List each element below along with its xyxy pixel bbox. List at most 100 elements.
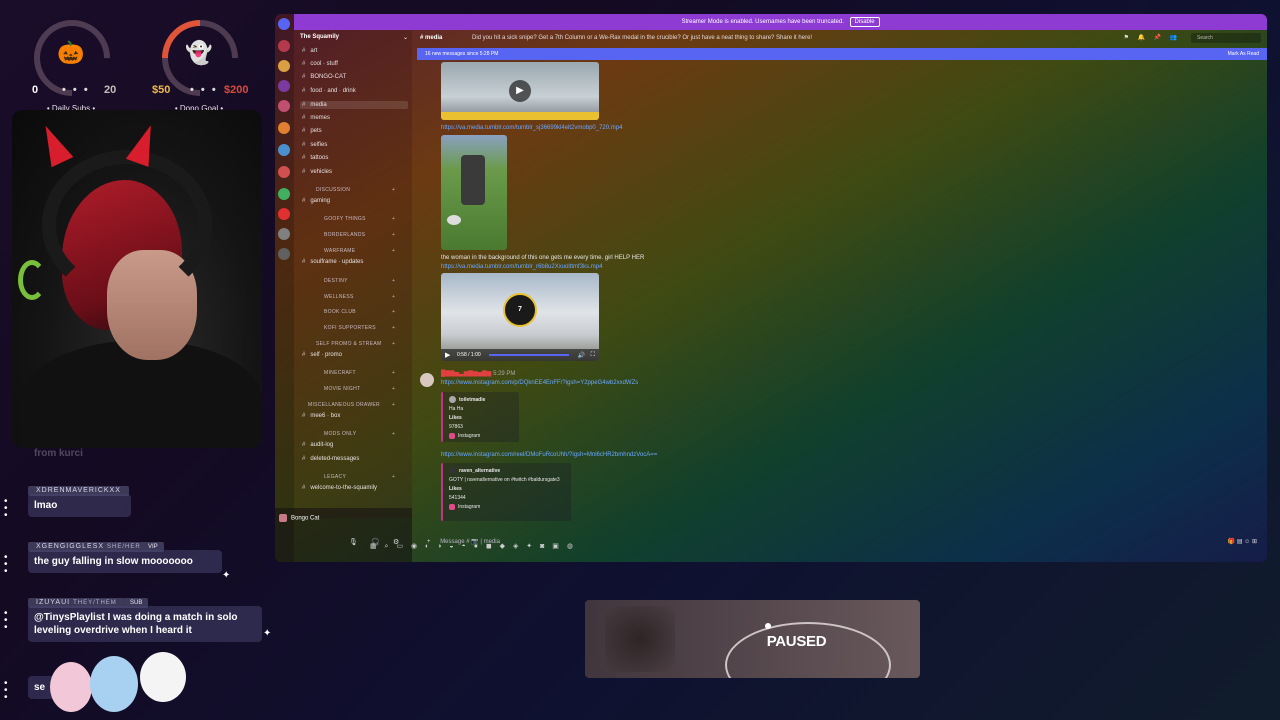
play-icon[interactable]: ▶: [445, 351, 450, 359]
category-misc-drawer[interactable]: MISCELLANEOUS DRAWER +: [308, 402, 395, 408]
channel-gaming[interactable]: # gaming: [302, 198, 330, 204]
paused-panel: PAUSED: [585, 600, 920, 678]
video-player[interactable]: 7 ▶ 0:58 / 1:00 🔊 ⛶: [441, 273, 599, 361]
logo: 7: [503, 293, 537, 327]
server-icon[interactable]: [278, 188, 290, 200]
channel-title: # media: [420, 35, 443, 41]
server-icon[interactable]: [278, 40, 290, 52]
instagram-embed[interactable]: toiletmadie Ha Ha Likes 97863 Instagram: [441, 392, 519, 442]
category-self-promo[interactable]: SELF PROMO & STREAM +: [316, 341, 395, 347]
mark-as-read-button[interactable]: Mark As Read: [1228, 48, 1259, 60]
instagram-icon: [449, 432, 455, 439]
category-goofy-things[interactable]: GOOFY THINGS +: [324, 216, 395, 222]
channel-deleted-messages[interactable]: # deleted-messages: [302, 456, 359, 462]
pin-icon[interactable]: 📌: [1154, 30, 1161, 46]
chat-text: lmao: [28, 494, 131, 517]
server-icon[interactable]: [278, 60, 290, 72]
avatar[interactable]: [420, 373, 434, 387]
video-thumbnail[interactable]: ▶: [441, 62, 599, 120]
chat-text: the guy falling in slow mooooooo: [28, 550, 222, 573]
message-link[interactable]: https://va.media.tumblr.com/tumblr_r6b8u…: [441, 264, 602, 270]
server-icon[interactable]: [278, 208, 290, 220]
message-text: the woman in the background of this one …: [441, 255, 645, 261]
channel-audit-log[interactable]: # audit-log: [302, 442, 333, 448]
category-minecraft[interactable]: MINECRAFT +: [324, 370, 395, 376]
channel-cool-stuff[interactable]: # cool · stuff: [302, 61, 338, 67]
volume-icon[interactable]: 🔊: [578, 352, 585, 359]
message-link[interactable]: https://va.media.tumblr.com/tumblr_sj366…: [441, 125, 622, 131]
channel-topic: Did you hit a sick snipe? Get a 7th Colu…: [472, 35, 813, 41]
category-borderlands[interactable]: BORDERLANDS +: [324, 232, 395, 238]
fullscreen-icon[interactable]: ⛶: [591, 352, 595, 359]
channel-vehicles[interactable]: # vehicles: [302, 169, 332, 175]
video-time: 0:58 / 1:00: [457, 352, 481, 358]
chevron-down-icon[interactable]: ⌄: [403, 34, 408, 41]
add-server-icon[interactable]: [278, 228, 290, 240]
channel-food-and-drink[interactable]: # food · and · drink: [302, 88, 356, 94]
server-icon[interactable]: [278, 80, 290, 92]
paused-label: PAUSED: [766, 633, 827, 650]
category-mods-only[interactable]: MODS ONLY +: [324, 431, 395, 437]
category-kofi-supporters[interactable]: KOFI SUPPORTERS +: [324, 325, 395, 331]
category-discussion[interactable]: DISCUSSION +: [316, 187, 395, 193]
threads-icon[interactable]: ⚑: [1124, 30, 1129, 46]
video-thumbnail[interactable]: [441, 135, 507, 250]
daily-subs-gauge: 🎃 0 • • • 20 • Daily Subs •: [16, 4, 126, 113]
windows-taskbar[interactable]: ▦ ⌕ ▭ ◉ ◐ ◑ ◒ ◓ ● ◼ ◆ ◈ ✦ ◙ ▣ ◍: [370, 542, 576, 551]
chat-text: @TinysPlaylist I was doing a match in so…: [28, 606, 262, 642]
gauge-min: $50: [152, 84, 171, 96]
bongo-cat-activity[interactable]: Bongo Cat: [279, 514, 319, 522]
composer-icons[interactable]: 🎁 ▤ ☺ ⊞: [1228, 532, 1257, 552]
server-icon[interactable]: [278, 122, 290, 134]
server-icon[interactable]: [278, 144, 290, 156]
message-author[interactable]: █▇▇▅▃▆▇▆▅▇▆ 5:29 PM: [441, 370, 515, 377]
server-icon[interactable]: [278, 100, 290, 112]
server-icon[interactable]: [278, 166, 290, 178]
instagram-icon: [449, 503, 455, 510]
explore-icon[interactable]: [278, 248, 290, 260]
category-legacy[interactable]: LEGACY +: [324, 474, 395, 480]
webcam-feed: [12, 110, 262, 448]
channel-mee6-box[interactable]: # mee6 · box: [302, 413, 340, 419]
category-destiny[interactable]: DESTINY +: [324, 278, 395, 284]
streamer-mode-banner: Streamer Mode is enabled. Usernames have…: [294, 14, 1267, 30]
new-messages-bar[interactable]: 16 new messages since 5:28 PM Mark As Re…: [417, 48, 1267, 60]
category-wellness[interactable]: WELLNESS +: [324, 294, 395, 300]
channel-selfies[interactable]: # selfies: [302, 142, 327, 148]
category-warframe[interactable]: WARFRAME +: [324, 248, 395, 254]
bell-icon[interactable]: 🔔: [1138, 30, 1145, 46]
discord-home-icon[interactable]: [278, 18, 290, 30]
channel-list: The Squamily ⌄ # art # cool · stuff # BONGO…: [294, 30, 412, 518]
gauge-max: $200: [224, 84, 249, 96]
channel-art[interactable]: # art: [302, 48, 317, 54]
channel-self-promo[interactable]: # self · promo: [302, 352, 342, 358]
server-name[interactable]: The Squamily: [300, 34, 339, 40]
category-movie-night[interactable]: MOVIE NIGHT +: [324, 386, 395, 392]
pumpkin-icon: 🎃: [57, 40, 85, 65]
channel-media[interactable]: # media: [300, 101, 408, 109]
channel-pets[interactable]: # pets: [302, 128, 322, 134]
gauge-min: 0: [32, 84, 39, 96]
gauge-dots: • • •: [190, 84, 218, 96]
avatar: [279, 514, 287, 522]
play-icon[interactable]: ▶: [509, 80, 531, 102]
mic-icon[interactable]: 🎙: [349, 538, 358, 546]
server-rail: [275, 14, 294, 562]
channel-memes[interactable]: # memes: [302, 115, 330, 121]
channel-tattoos[interactable]: # tattoos: [302, 155, 328, 161]
instagram-embed[interactable]: raven_alternative GOTY | ravenalternativ…: [441, 463, 571, 521]
video-progress[interactable]: [489, 354, 569, 356]
channel-bongo-cat[interactable]: # BONGO-CAT: [302, 74, 346, 80]
members-icon[interactable]: 👥: [1170, 30, 1177, 46]
search-input[interactable]: Search: [1191, 33, 1261, 43]
discord-window: Streamer Mode is enabled. Usernames have…: [275, 14, 1267, 562]
gauge-max: 20: [104, 84, 117, 96]
goal-gauges: 🎃 0 • • • 20 • Daily Subs • 👻 $50 • • • …: [0, 0, 270, 113]
channel-soulframe-updates[interactable]: # soulframe · updates: [302, 259, 363, 265]
message-link[interactable]: https://www.instagram.com/p/DQknEE4EnFF/…: [441, 380, 638, 386]
channel-welcome[interactable]: # welcome-to-the-squamily: [302, 485, 377, 491]
disable-streamer-mode-button[interactable]: Disable: [849, 17, 880, 27]
message-link[interactable]: https://www.instagram.com/reel/DMoFuRcoU…: [441, 452, 657, 458]
chat-faded-message: from kurci: [34, 448, 83, 459]
category-book-club[interactable]: BOOK CLUB +: [324, 309, 395, 315]
